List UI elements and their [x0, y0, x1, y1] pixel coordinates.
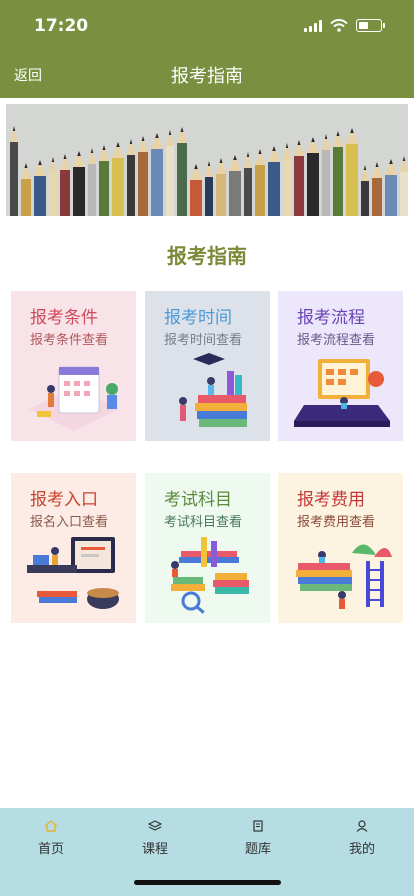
learning-illustration	[171, 537, 249, 614]
screen: 17:20 返回 报考指南 报考指南 报考条件 报考条件查看 报考时间 报考时间…	[0, 0, 414, 896]
books-illustration	[179, 353, 247, 427]
card-title: 考试科目	[164, 490, 232, 510]
banner-image	[6, 104, 408, 216]
card-subtitle: 考试科目查看	[164, 515, 243, 530]
card-exam-entry[interactable]: 报考入口 报名入口查看	[11, 473, 136, 623]
book-icon	[253, 820, 263, 832]
page-title: 报考指南	[171, 66, 243, 87]
tab-home[interactable]: 首页	[21, 820, 81, 857]
pencils-illustration	[6, 104, 408, 216]
home-indicator	[134, 880, 281, 885]
tab-question-bank[interactable]: 题库	[228, 820, 288, 857]
tab-label: 题库	[244, 842, 271, 857]
layers-icon	[148, 820, 162, 831]
tab-courses[interactable]: 课程	[125, 820, 185, 857]
tab-label: 首页	[37, 842, 64, 857]
card-exam-process[interactable]: 报考流程 报考流程查看	[278, 291, 403, 441]
card-title: 报考时间	[164, 308, 232, 328]
card-subtitle: 报考流程查看	[297, 333, 376, 348]
card-title: 报考费用	[297, 490, 365, 510]
tab-bar: 首页 课程 题库 我的	[0, 808, 414, 896]
user-icon	[356, 820, 368, 832]
calendar-illustration	[29, 366, 119, 431]
card-title: 报考流程	[297, 308, 365, 328]
card-title: 报考条件	[30, 308, 98, 328]
card-exam-time[interactable]: 报考时间 报考时间查看	[145, 291, 270, 441]
tab-label: 我的	[348, 842, 375, 857]
card-exam-fees[interactable]: 报考费用 报考费用查看	[278, 473, 403, 623]
status-icons	[304, 19, 385, 32]
card-subtitle: 报考费用查看	[297, 515, 376, 530]
home-icon	[44, 820, 58, 832]
status-time: 17:20	[34, 16, 89, 36]
tab-label: 课程	[141, 842, 168, 857]
laptop-illustration	[294, 359, 390, 427]
card-subtitle: 报考条件查看	[30, 333, 109, 348]
card-exam-subjects[interactable]: 考试科目 考试科目查看	[145, 473, 270, 623]
section-title: 报考指南	[167, 244, 247, 268]
tab-mine[interactable]: 我的	[332, 820, 392, 857]
signal-icon	[304, 19, 322, 32]
top-bar: 17:20 返回 报考指南	[0, 0, 414, 98]
study-desk-illustration	[27, 537, 119, 609]
card-subtitle: 报考时间查看	[164, 333, 243, 348]
card-subtitle: 报名入口查看	[30, 515, 109, 530]
library-illustration	[296, 544, 392, 609]
card-title: 报考入口	[30, 490, 98, 510]
wifi-icon	[330, 19, 348, 32]
card-exam-conditions[interactable]: 报考条件 报考条件查看	[11, 291, 136, 441]
battery-icon	[356, 19, 385, 32]
